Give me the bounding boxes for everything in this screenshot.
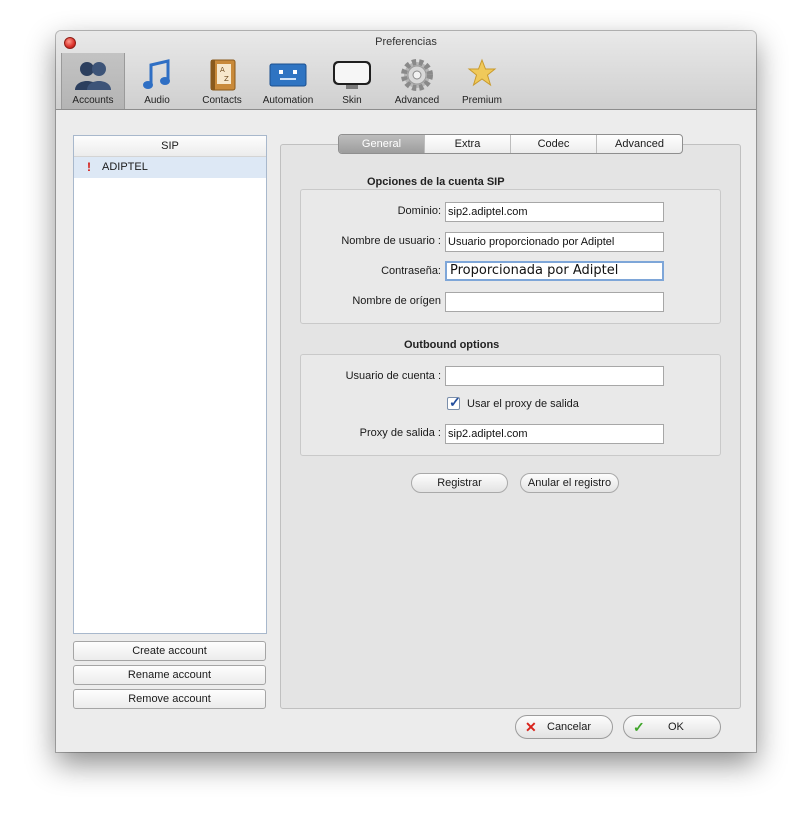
cancel-icon: ✕ [525, 719, 537, 735]
toolbar: Preferencias Accounts Audio A Z Contacts… [56, 31, 756, 110]
checkmark-icon: ✓ [449, 394, 461, 410]
warning-icon: ! [87, 160, 91, 174]
toolbar-contacts-label: Contacts [202, 95, 242, 106]
toolbar-premium[interactable]: Premium [457, 53, 507, 109]
use-proxy-label[interactable]: Usar el proxy de salida [467, 398, 579, 410]
toolbar-advanced[interactable]: Advanced [390, 53, 444, 109]
cancel-button[interactable]: ✕ Cancelar [515, 715, 613, 739]
account-user-field[interactable] [445, 366, 664, 386]
account-item-label: ADIPTEL [102, 161, 148, 173]
ok-button[interactable]: ✓ OK [623, 715, 721, 739]
account-list: SIP ! ADIPTEL [73, 135, 267, 634]
create-account-button[interactable]: Create account [73, 641, 266, 661]
tab-advanced[interactable]: Advanced [596, 135, 682, 153]
toolbar-premium-label: Premium [461, 95, 502, 106]
toolbar-automation-label: Automation [262, 95, 314, 106]
account-item-adiptel[interactable]: ! ADIPTEL [74, 157, 266, 178]
tab-extra[interactable]: Extra [424, 135, 510, 153]
tab-codec[interactable]: Codec [510, 135, 596, 153]
svg-text:Z: Z [224, 75, 229, 83]
cancel-label: Cancelar [547, 721, 592, 733]
star-icon [467, 58, 497, 87]
toolbar-automation[interactable]: Automation [257, 53, 319, 109]
toolbar-accounts-label: Accounts [72, 95, 114, 106]
robot-icon [269, 63, 307, 87]
gear-icon [401, 59, 433, 91]
sip-options-title: Opciones de la cuenta SIP [367, 176, 505, 188]
address-book-icon: A Z [210, 59, 236, 91]
svg-text:A: A [220, 66, 225, 74]
proxy-label: Proxy de salida : [359, 427, 441, 439]
toolbar-accounts[interactable]: Accounts [61, 53, 125, 109]
ok-icon: ✓ [633, 719, 645, 735]
username-field[interactable]: Usuario proporcionado por Adiptel [445, 232, 664, 252]
password-label: Contraseña: [381, 265, 441, 277]
tab-general[interactable]: General [339, 135, 424, 153]
remove-account-button[interactable]: Remove account [73, 689, 266, 709]
account-user-label: Usuario de cuenta : [345, 370, 441, 382]
register-button[interactable]: Registrar [411, 473, 508, 493]
tab-bar: General Extra Codec Advanced [338, 134, 683, 154]
monitor-icon [333, 61, 371, 89]
window-title: Preferencias [375, 36, 437, 48]
proxy-field[interactable]: sip2.adiptel.com [445, 424, 664, 444]
toolbar-skin[interactable]: Skin [327, 53, 377, 109]
accounts-icon [75, 62, 111, 90]
domain-field[interactable]: sip2.adiptel.com [445, 202, 664, 222]
toolbar-skin-label: Skin [342, 95, 362, 106]
preferences-window: Preferencias Accounts Audio A Z Contacts… [56, 31, 756, 752]
toolbar-audio[interactable]: Audio [132, 53, 182, 109]
toolbar-advanced-label: Advanced [394, 95, 440, 106]
music-note-icon [143, 59, 170, 89]
password-field[interactable]: Proporcionada por Adiptel [445, 261, 664, 281]
use-proxy-checkbox[interactable]: ✓ [447, 394, 461, 410]
outbound-options-title: Outbound options [404, 339, 500, 351]
account-list-header: SIP [74, 136, 266, 157]
origin-name-label: Nombre de orígen [352, 295, 441, 307]
toolbar-contacts[interactable]: A Z Contacts [195, 53, 249, 109]
origin-name-field[interactable] [445, 292, 664, 312]
ok-label: OK [668, 721, 684, 733]
domain-label: Dominio: [397, 205, 441, 217]
username-label: Nombre de usuario : [341, 235, 441, 247]
toolbar-audio-label: Audio [144, 95, 170, 106]
rename-account-button[interactable]: Rename account [73, 665, 266, 685]
unregister-button[interactable]: Anular el registro [520, 473, 619, 493]
